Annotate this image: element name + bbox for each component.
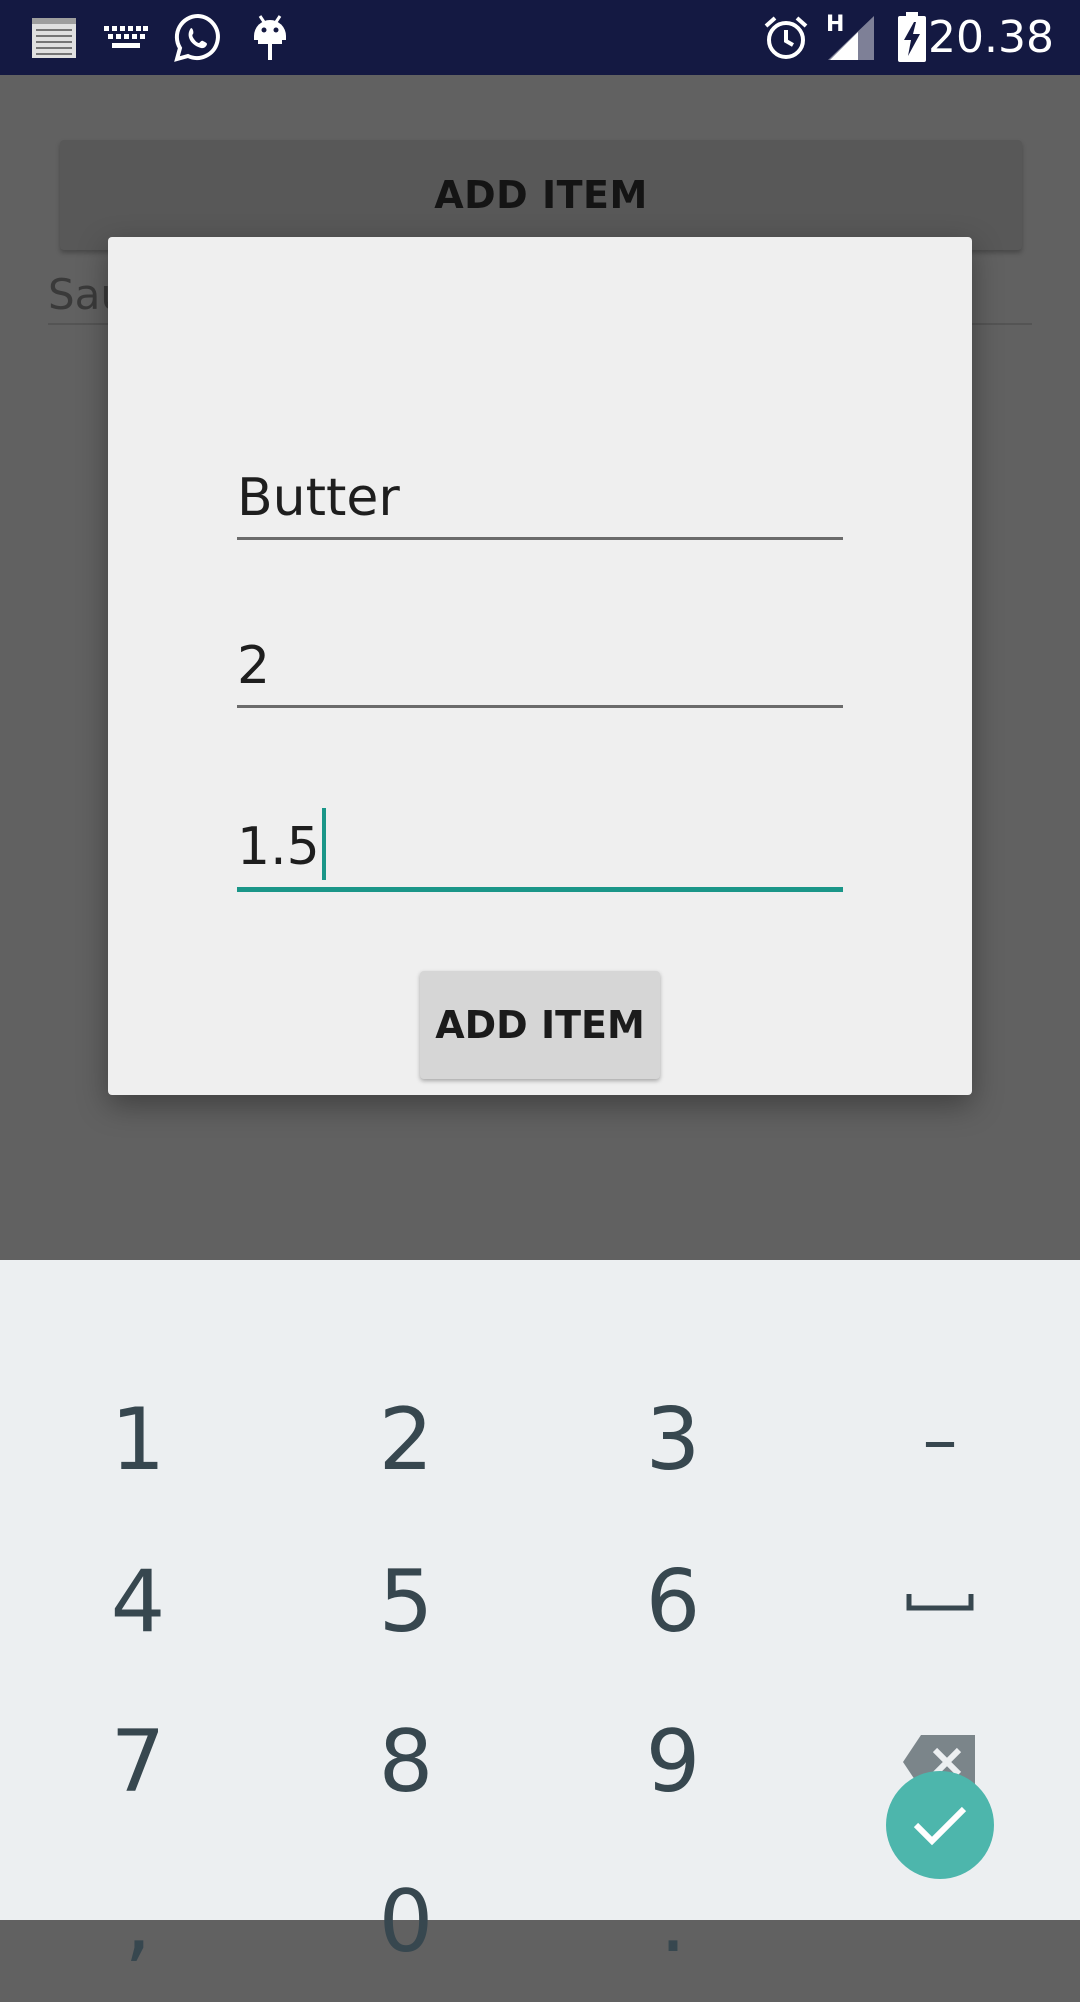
- key-8[interactable]: 8: [271, 1682, 541, 1842]
- key-6[interactable]: 6: [538, 1522, 808, 1682]
- key-comma[interactable]: ,: [3, 1842, 273, 2002]
- key-4[interactable]: 4: [3, 1522, 273, 1682]
- add-item-dialog: Butter 2 1.5 ADD ITEM: [108, 237, 972, 1095]
- status-time: 20.38: [928, 12, 1054, 63]
- background-add-item-button: ADD ITEM: [60, 140, 1022, 250]
- key-0[interactable]: 0: [271, 1842, 541, 2002]
- signal-icon: [828, 16, 874, 60]
- status-bar: H 20.38: [0, 0, 1080, 75]
- notes-icon: [32, 18, 76, 58]
- item-name-value: Butter: [237, 468, 400, 528]
- field-underline: [237, 537, 843, 540]
- price-value: 1.5: [237, 817, 320, 877]
- numeric-keyboard: 1 2 3 – 4 5 6 ␣ 7 8 9 , 0 .: [0, 1260, 1080, 1972]
- item-name-field[interactable]: Butter: [237, 447, 843, 540]
- key-5[interactable]: 5: [271, 1522, 541, 1682]
- android-debug-icon: [254, 15, 286, 60]
- battery-charging-icon: [898, 12, 926, 62]
- whatsapp-icon: [174, 13, 220, 62]
- key-period[interactable]: .: [538, 1842, 808, 2002]
- key-1[interactable]: 1: [3, 1360, 273, 1520]
- alarm-icon: [764, 16, 808, 59]
- done-key[interactable]: [886, 1771, 994, 1879]
- keyboard-icon: [104, 26, 148, 48]
- add-item-button[interactable]: ADD ITEM: [420, 971, 660, 1079]
- field-underline-active: [237, 887, 843, 892]
- check-icon: [913, 1806, 967, 1846]
- key-space[interactable]: ␣: [805, 1522, 1075, 1682]
- quantity-value: 2: [237, 636, 271, 696]
- price-field[interactable]: 1.5: [237, 797, 843, 892]
- key-minus[interactable]: –: [805, 1360, 1075, 1520]
- text-cursor: [321, 808, 326, 880]
- quantity-field[interactable]: 2: [237, 617, 843, 708]
- key-9[interactable]: 9: [538, 1682, 808, 1842]
- price-value-wrapper: 1.5: [237, 808, 326, 880]
- field-underline: [237, 705, 843, 708]
- space-bar-icon: [906, 1594, 974, 1611]
- key-3[interactable]: 3: [538, 1360, 808, 1520]
- key-2[interactable]: 2: [271, 1360, 541, 1520]
- key-7[interactable]: 7: [3, 1682, 273, 1842]
